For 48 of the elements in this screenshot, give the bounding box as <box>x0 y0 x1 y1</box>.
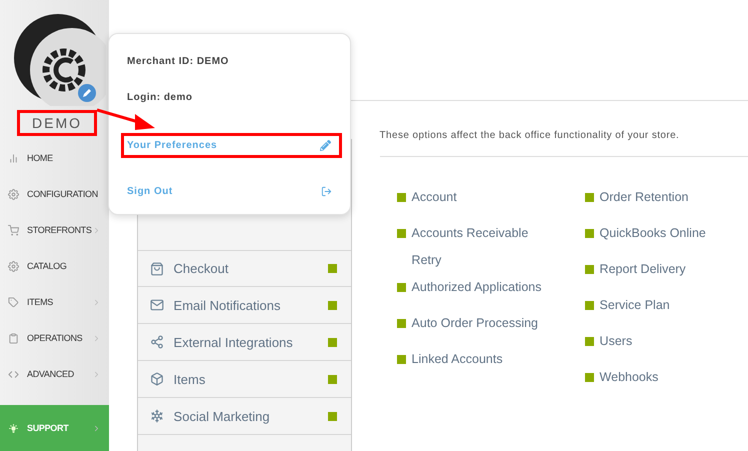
nav-item[interactable]: ITEMS <box>0 284 109 320</box>
gear-icon <box>8 260 19 272</box>
preferences-link[interactable]: Your Preferences <box>121 133 342 158</box>
sign-out-link[interactable]: Sign Out <box>127 183 338 199</box>
description-text: These options affect the back office functionality of your store. <box>380 130 680 141</box>
category-item[interactable]: Items <box>138 361 351 398</box>
settings-link[interactable]: QuickBooks Online <box>600 220 706 247</box>
category-item[interactable]: Checkout <box>138 250 351 287</box>
edit-icon[interactable] <box>78 84 96 102</box>
category-item[interactable]: Social Marketing <box>138 398 351 435</box>
support-nav-item[interactable]: SUPPORT <box>0 405 109 451</box>
pencil-icon <box>320 140 331 151</box>
nav-item[interactable]: CONFIGURATION <box>0 176 109 212</box>
cube-icon <box>150 372 164 386</box>
nav-item[interactable]: ADVANCED <box>0 356 109 392</box>
settings-link[interactable]: Service Plan <box>600 292 670 319</box>
chart-icon <box>8 152 19 164</box>
cart-icon <box>8 224 19 236</box>
settings-link[interactable]: Order Retention <box>600 184 688 211</box>
settings-link[interactable]: Authorized Applications <box>412 274 542 301</box>
nav-item[interactable]: CATALOG <box>0 248 109 284</box>
basket-icon <box>150 262 164 276</box>
snowflake-icon <box>150 409 164 423</box>
nav-item[interactable]: STOREFRONTS <box>0 212 109 248</box>
settings-link[interactable]: Users <box>600 328 632 355</box>
clipboard-icon <box>8 332 19 344</box>
nav-item[interactable]: HOME <box>0 140 109 176</box>
annotation-arrow <box>97 108 157 130</box>
lightbulb-icon <box>8 422 19 434</box>
settings-link[interactable]: Webhooks <box>600 364 658 391</box>
category-item[interactable]: External Integrations <box>138 324 351 361</box>
tag-icon <box>8 296 19 308</box>
sign-out-icon <box>321 186 332 196</box>
settings-link[interactable]: Accounts Receivable Retry <box>412 220 555 274</box>
category-item[interactable]: Email Notifications <box>138 287 351 324</box>
code-icon <box>8 368 19 380</box>
settings-link[interactable]: Report Delivery <box>600 256 686 283</box>
settings-link[interactable]: Account <box>412 184 457 211</box>
account-name: DEMO <box>17 110 97 136</box>
settings-link[interactable]: Linked Accounts <box>412 346 503 373</box>
nav-item[interactable]: OPERATIONS <box>0 320 109 356</box>
merchant-id-text: Merchant ID: DEMO <box>127 56 229 67</box>
logo-icon <box>14 14 106 106</box>
gear-icon <box>8 188 19 200</box>
share-icon <box>150 335 164 349</box>
settings-link[interactable]: Auto Order Processing <box>412 310 538 337</box>
login-text: Login: demo <box>127 92 192 103</box>
mail-icon <box>150 298 164 312</box>
